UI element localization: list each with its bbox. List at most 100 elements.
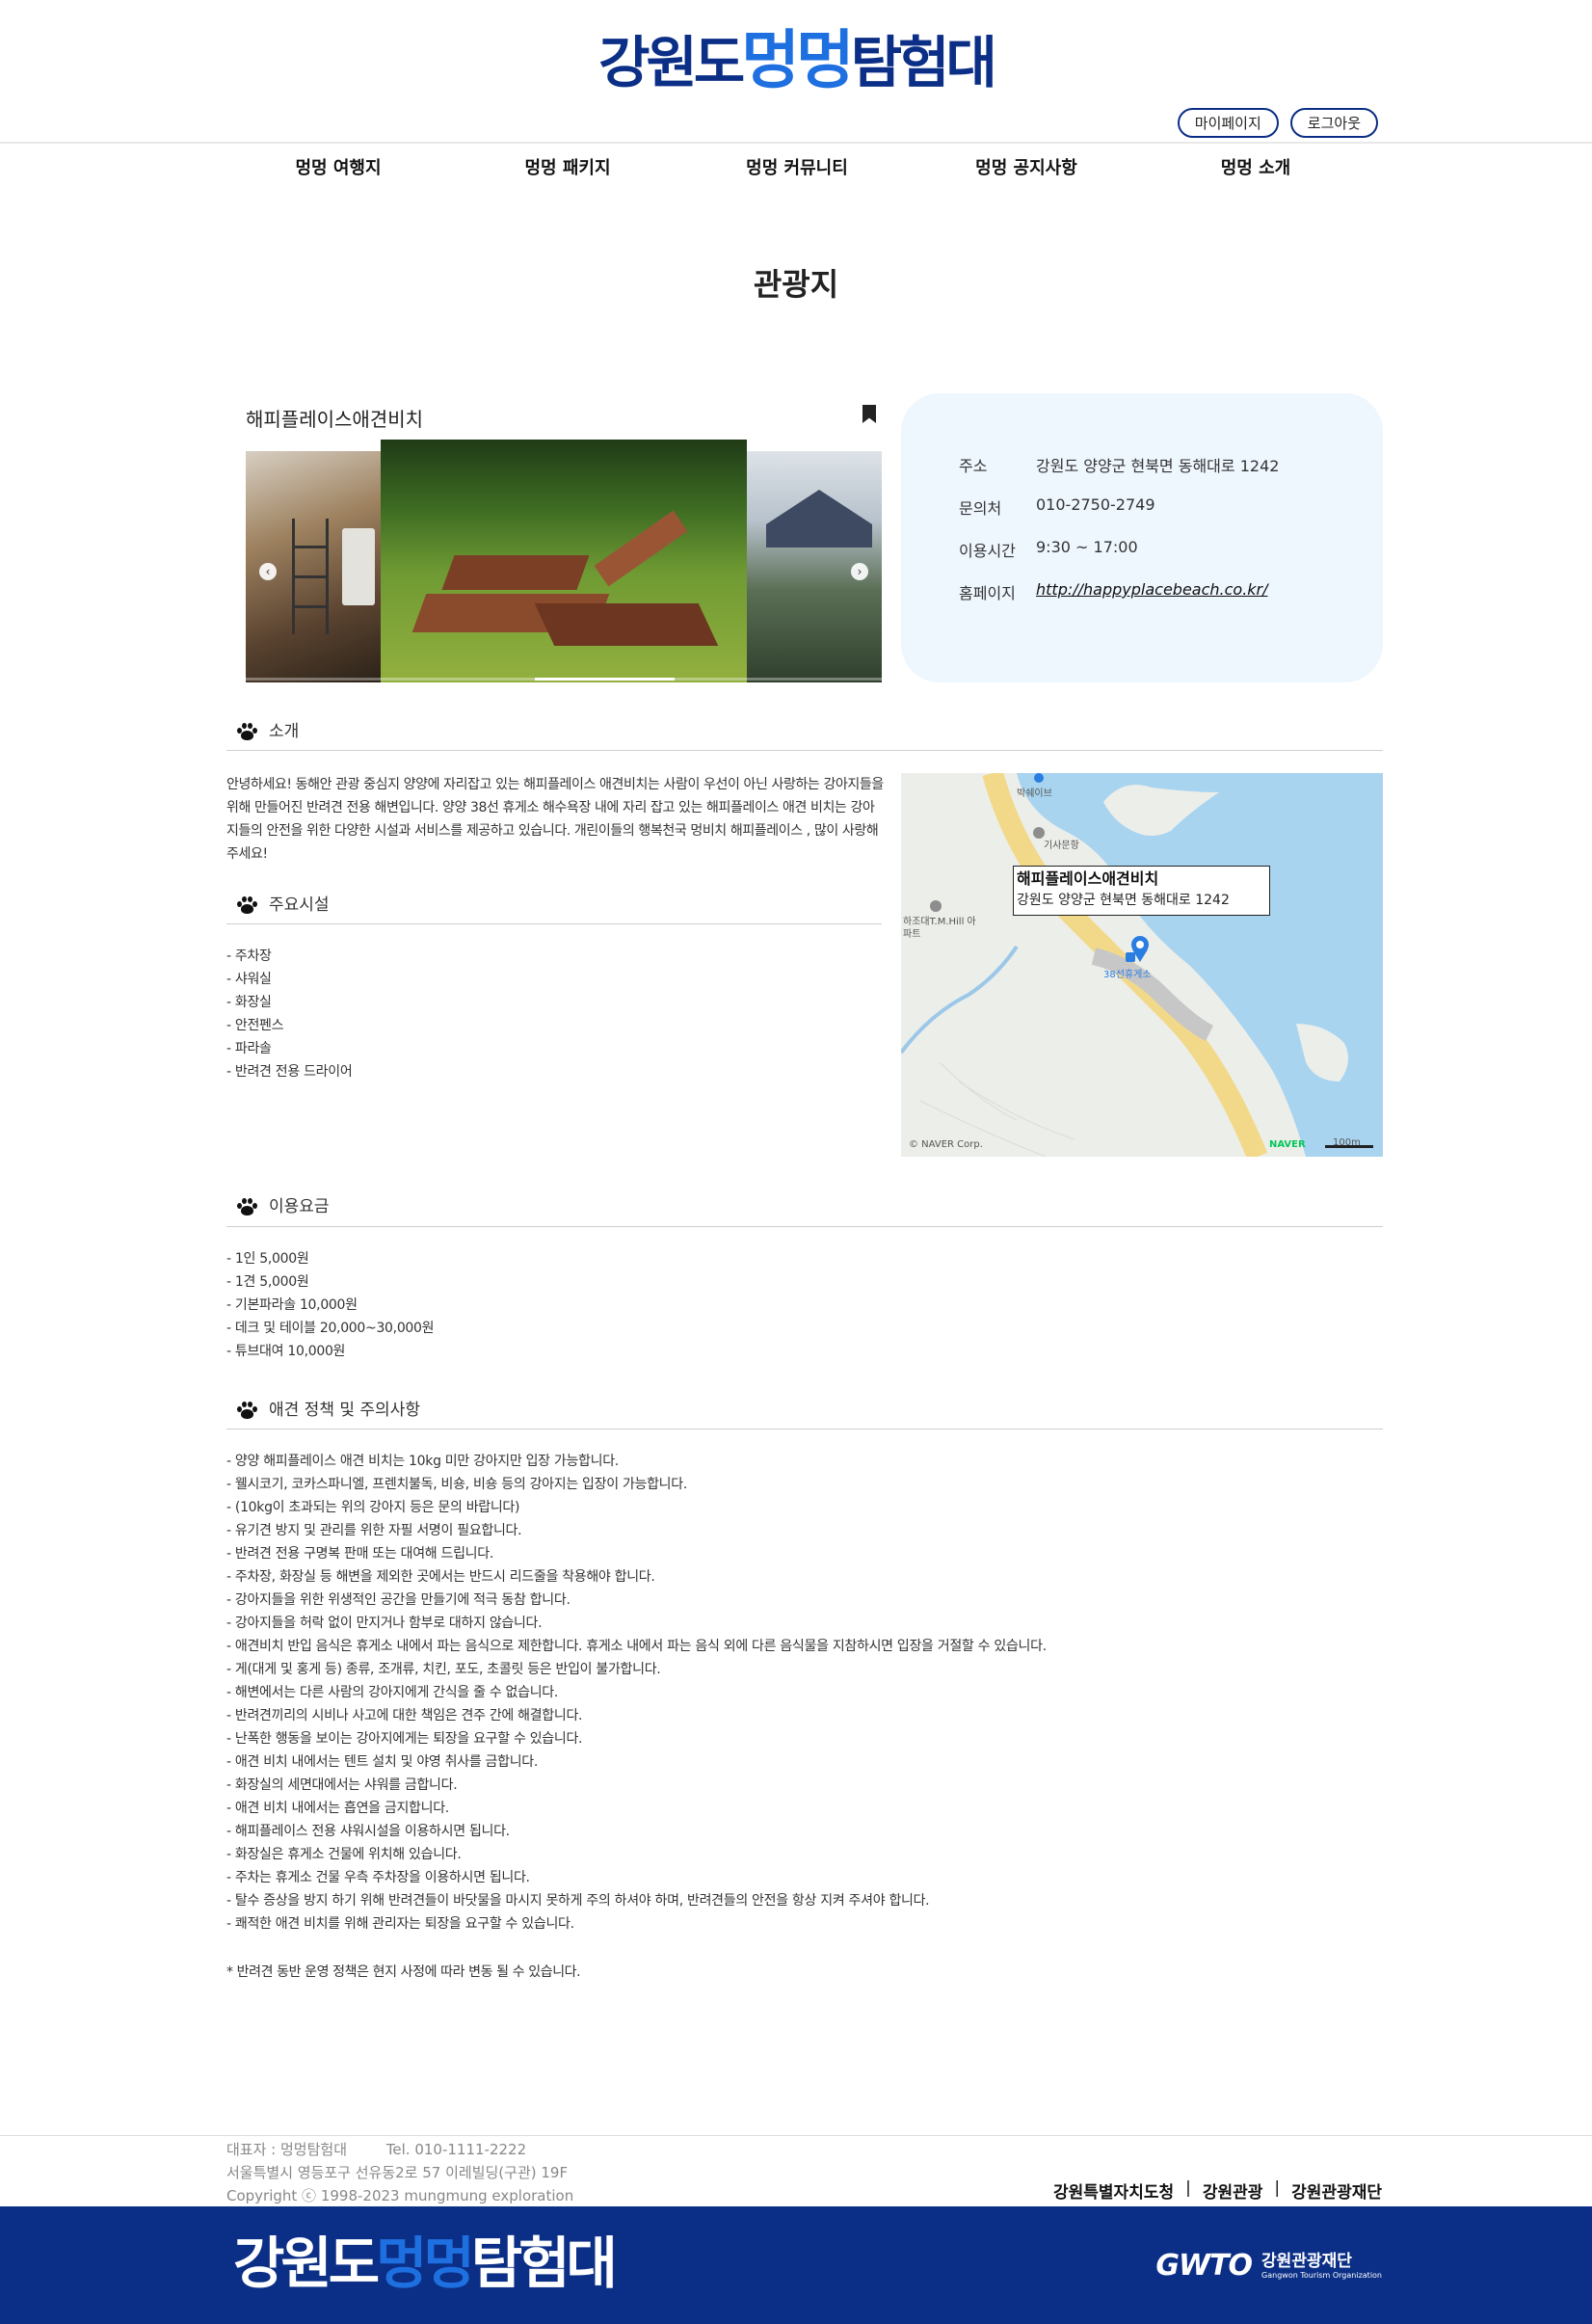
paw-icon xyxy=(236,722,259,741)
partner-link[interactable]: 강원관광 xyxy=(1203,2178,1263,2203)
policy-list: - 양양 해피플레이스 애견 비치는 10kg 미만 강아지만 입장 가능합니다… xyxy=(226,1450,1047,1936)
section-title-text: 주요시설 xyxy=(269,895,330,915)
list-item: - 쾌적한 애견 비치를 위해 관리자는 퇴장을 요구할 수 있습니다. xyxy=(226,1916,574,1932)
paw-icon xyxy=(236,1197,259,1216)
slider-progress xyxy=(246,678,882,681)
list-item: - 웰시코기, 코카스파니엘, 프렌치불독, 비숑, 비숑 등의 강아지는 입장… xyxy=(226,1477,687,1492)
map-graphic xyxy=(901,773,1383,1157)
list-item: - 샤워실 xyxy=(226,972,272,987)
footer-rep: 대표자 : 멍멍탐험대 xyxy=(226,2141,347,2158)
paw-icon xyxy=(236,1401,259,1420)
list-item: - 애견비치 반입 음식은 휴게소 내에서 파는 음식으로 제한합니다. 휴게소… xyxy=(226,1639,1047,1654)
list-item: - 1견 5,000원 xyxy=(226,1274,309,1290)
list-item: - 해피플레이스 전용 샤워시설을 이용하시면 됩니다. xyxy=(226,1824,510,1839)
list-item: - 탈수 증상을 방지 하기 위해 반려견들이 바닷물을 마시지 못하게 주의 … xyxy=(226,1893,930,1909)
mypage-button[interactable]: 마이페이지 xyxy=(1177,108,1279,138)
logo-part3: 탐험대 xyxy=(850,30,997,95)
list-item: - 주차장, 화장실 등 해변을 제외한 곳에서는 반드시 리드줄을 착용해야 … xyxy=(226,1569,655,1585)
section-divider xyxy=(226,750,1383,751)
homepage-link[interactable]: http://happyplacebeach.co.kr/ xyxy=(1036,580,1268,603)
footer-tel: Tel. 010-1111-2222 xyxy=(385,2141,527,2158)
header-divider xyxy=(0,142,1592,144)
section-divider xyxy=(226,1226,1383,1227)
logo-part2: 멍멍 xyxy=(376,2231,475,2296)
list-item: - 애견 비치 내에서는 흡연을 금지합니다. xyxy=(226,1801,449,1816)
user-menu: 마이페이지 로그아웃 xyxy=(1177,108,1378,138)
slide-photo-current xyxy=(381,440,747,682)
info-label: 문의처 xyxy=(959,499,1002,518)
bookmark-icon[interactable] xyxy=(862,405,876,423)
info-value: 010-2750-2749 xyxy=(1036,495,1155,514)
footer-copyright: Copyright ⓒ 1998-2023 mungmung explorati… xyxy=(226,2187,574,2204)
map-tooltip-name: 해피플레이스애견비치 xyxy=(1017,869,1159,888)
map-tooltip: 해피플레이스애견비치 강원도 양양군 현북면 동해대로 1242 xyxy=(1013,866,1270,916)
main-nav: 멍멍 여행지 멍멍 패키지 멍멍 커뮤니티 멍멍 공지사항 멍멍 소개 xyxy=(224,154,1370,179)
list-item: - 애견 비치 내에서는 텐트 설치 및 야영 취사를 금합니다. xyxy=(226,1754,539,1770)
nav-item-packages[interactable]: 멍멍 패키지 xyxy=(453,154,682,179)
nav-item-notices[interactable]: 멍멍 공지사항 xyxy=(912,154,1141,179)
logo-part1: 강원도 xyxy=(233,2231,380,2296)
info-value: 9:30 ~ 17:00 xyxy=(1036,538,1138,556)
list-item: - 기본파라솔 10,000원 xyxy=(226,1297,358,1313)
map-credit: © NAVER Corp. xyxy=(909,1139,983,1150)
section-title-text: 애견 정책 및 주의사항 xyxy=(269,1401,420,1420)
section-title-intro: 소개 xyxy=(236,717,299,741)
list-item: - (10kg이 초과되는 위의 강아지 등은 문의 바랍니다) xyxy=(226,1500,520,1515)
logo-part3: 탐험대 xyxy=(470,2231,618,2296)
info-row-contact: 문의처 010-2750-2749 xyxy=(959,495,1155,519)
policy-note: * 반려견 동반 운영 정책은 현지 사정에 따라 변동 될 수 있습니다. xyxy=(226,1964,581,1980)
footer-bar: 강원도멍멍탐험대 GWTO 강원관광재단 Gangwon Tourism Org… xyxy=(0,2206,1592,2324)
photo-slider[interactable]: ‹ › xyxy=(246,440,882,682)
partner-separator: | xyxy=(1185,2178,1191,2198)
naver-logo: NAVER xyxy=(1269,1139,1306,1150)
info-row-homepage: 홈페이지 http://happyplacebeach.co.kr/ xyxy=(959,580,1268,603)
section-title-facilities: 주요시설 xyxy=(236,891,330,915)
section-title-policy: 애견 정책 및 주의사항 xyxy=(236,1396,420,1420)
footer-rep-row: 대표자 : 멍멍탐험대 Tel. 010-1111-2222 xyxy=(226,2138,526,2161)
map-label: 38선휴게소 xyxy=(1103,970,1152,980)
list-item: - 반려견 전용 구명복 판매 또는 대여해 드립니다. xyxy=(226,1546,493,1562)
list-item: - 1인 5,000원 xyxy=(226,1251,309,1267)
list-item: - 주차장 xyxy=(226,948,272,964)
gwto-logo[interactable]: GWTO 강원관광재단 Gangwon Tourism Organization xyxy=(1155,2249,1382,2283)
facilities-list: - 주차장 - 샤워실 - 화장실 - 안전펜스 - 파라솔 - 반려견 전용 … xyxy=(226,945,353,1083)
place-name: 해피플레이스애견비치 xyxy=(246,408,423,431)
list-item: - 안전펜스 xyxy=(226,1018,284,1033)
location-map[interactable]: 박쉐이브 기사문항 하조대T.M.Hill 아파트 38선휴게소 해피플레이스애… xyxy=(901,773,1383,1157)
slider-prev-button[interactable]: ‹ xyxy=(259,563,277,580)
nav-item-about[interactable]: 멍멍 소개 xyxy=(1141,154,1370,179)
map-tooltip-address: 강원도 양양군 현북면 동해대로 1242 xyxy=(1017,893,1230,908)
list-item: - 유기견 방지 및 관리를 위한 자필 서명이 필요합니다. xyxy=(226,1523,522,1538)
gwto-en: Gangwon Tourism Organization xyxy=(1261,2270,1382,2280)
list-item: - 화장실의 세면대에서는 샤워를 금합니다. xyxy=(226,1777,458,1793)
slider-next-button[interactable]: › xyxy=(851,563,868,580)
partner-link[interactable]: 강원관광재단 xyxy=(1291,2178,1382,2203)
nav-item-community[interactable]: 멍멍 커뮤니티 xyxy=(682,154,912,179)
list-item: - 데크 및 테이블 20,000~30,000원 xyxy=(226,1321,435,1336)
list-item: - 반려견끼리의 시비나 사고에 대한 책임은 견주 간에 해결합니다. xyxy=(226,1708,583,1723)
footer-divider xyxy=(0,2135,1592,2136)
partner-link[interactable]: 강원특별자치도청 xyxy=(1053,2178,1174,2203)
info-row-hours: 이용시간 9:30 ~ 17:00 xyxy=(959,538,1138,561)
list-item: - 양양 해피플레이스 애견 비치는 10kg 미만 강아지만 입장 가능합니다… xyxy=(226,1454,619,1469)
nav-item-destinations[interactable]: 멍멍 여행지 xyxy=(224,154,453,179)
list-item: - 게(대게 및 홍게 등) 종류, 조개류, 치킨, 포도, 초콜릿 등은 반… xyxy=(226,1662,661,1677)
section-divider xyxy=(226,923,882,924)
site-logo[interactable]: 강원도멍멍탐험대 xyxy=(0,27,1592,96)
logout-button[interactable]: 로그아웃 xyxy=(1289,108,1378,138)
map-label: 박쉐이브 xyxy=(1017,788,1052,799)
list-item: - 화장실은 휴게소 건물에 위치해 있습니다. xyxy=(226,1847,462,1862)
section-title-text: 이용요금 xyxy=(269,1197,330,1216)
intro-text: 안녕하세요! 동해안 관광 중심지 양양에 자리잡고 있는 해피플레이스 애견비… xyxy=(226,777,884,862)
info-value: 강원도 양양군 현북면 동해대로 1242 xyxy=(1036,457,1280,475)
place-info-box: 주소 강원도 양양군 현북면 동해대로 1242 문의처 010-2750-27… xyxy=(901,393,1383,682)
info-label: 이용시간 xyxy=(959,542,1016,560)
footer-address: 서울특별시 영등포구 선유동2로 57 이레빌딩(구관) 19F xyxy=(226,2164,569,2181)
list-item: - 해변에서는 다른 사람의 강아지에게 간식을 줄 수 없습니다. xyxy=(226,1685,559,1700)
partner-separator: | xyxy=(1274,2178,1281,2198)
footer-logo[interactable]: 강원도멍멍탐험대 xyxy=(233,2230,618,2297)
list-item: - 튜브대여 10,000원 xyxy=(226,1344,346,1359)
map-label: 하조대T.M.Hill 아파트 xyxy=(903,917,976,940)
map-label: 기사문항 xyxy=(1044,841,1079,851)
list-item: - 화장실 xyxy=(226,995,272,1010)
